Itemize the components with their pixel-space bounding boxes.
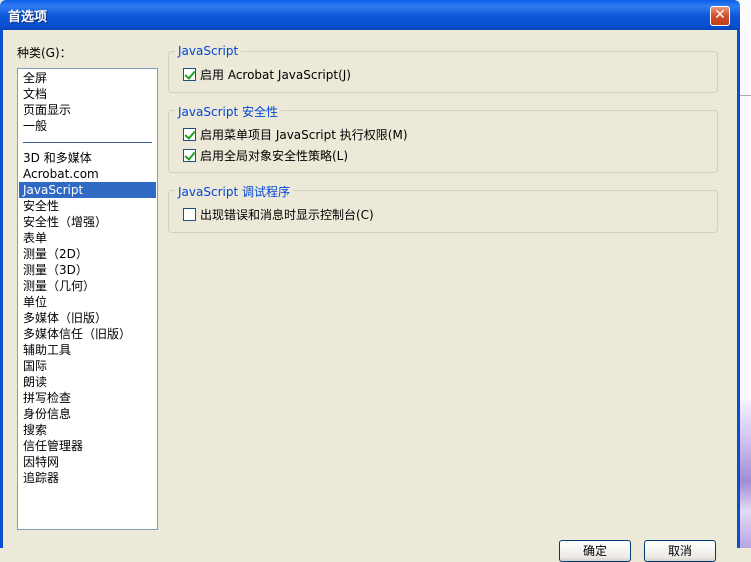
enable-javascript-option[interactable]: 启用 Acrobat JavaScript(J) [183, 67, 351, 83]
category-item[interactable]: 安全性 [19, 198, 156, 214]
desktop-background [740, 0, 751, 548]
category-separator [23, 142, 152, 143]
category-list[interactable]: 全屏 文档 页面显示 一般 3D 和多媒体 Acrobat.com JavaSc… [17, 68, 158, 530]
category-item[interactable]: 国际 [19, 358, 156, 374]
menu-javascript-label: 启用菜单项目 JavaScript 执行权限(M) [200, 128, 408, 142]
close-icon: ✕ [714, 7, 726, 23]
category-item[interactable]: 多媒体（旧版） [19, 310, 156, 326]
javascript-debugger-group: JavaScript 调试程序 出现错误和消息时显示控制台(C) [168, 183, 718, 233]
menu-javascript-checkbox[interactable] [183, 128, 196, 141]
close-button[interactable]: ✕ [710, 6, 730, 26]
menu-javascript-option[interactable]: 启用菜单项目 JavaScript 执行权限(M) [183, 127, 408, 143]
enable-javascript-label: 启用 Acrobat JavaScript(J) [200, 68, 351, 82]
category-item[interactable]: 辅助工具 [19, 342, 156, 358]
show-console-option[interactable]: 出现错误和消息时显示控制台(C) [183, 207, 374, 223]
category-item[interactable]: 文档 [19, 86, 156, 102]
category-item[interactable]: 全屏 [19, 70, 156, 86]
category-item-selected[interactable]: JavaScript [19, 182, 156, 198]
category-item[interactable]: 单位 [19, 294, 156, 310]
title-bar: 首选项 ✕ [0, 0, 740, 30]
cancel-button[interactable]: 取消 [644, 540, 716, 562]
group-title: JavaScript 调试程序 [175, 183, 293, 200]
ok-button[interactable]: 确定 [559, 540, 631, 562]
global-security-option[interactable]: 启用全局对象安全性策略(L) [183, 148, 348, 164]
category-item[interactable]: 一般 [19, 118, 156, 134]
category-item[interactable]: 搜索 [19, 422, 156, 438]
category-item[interactable]: 追踪器 [19, 470, 156, 486]
category-item[interactable]: 拼写检查 [19, 390, 156, 406]
desktop-wallpaper-art [740, 400, 751, 548]
javascript-security-group: JavaScript 安全性 启用菜单项目 JavaScript 执行权限(M)… [168, 103, 718, 173]
enable-javascript-checkbox[interactable] [183, 68, 196, 81]
category-item[interactable]: 朗读 [19, 374, 156, 390]
desktop-divider [740, 95, 751, 96]
category-item[interactable]: 测量（2D） [19, 246, 156, 262]
category-item[interactable]: 测量（几何） [19, 278, 156, 294]
show-console-checkbox[interactable] [183, 208, 196, 221]
category-item[interactable]: 3D 和多媒体 [19, 150, 156, 166]
javascript-group: JavaScript 启用 Acrobat JavaScript(J) [168, 44, 718, 93]
global-security-label: 启用全局对象安全性策略(L) [200, 149, 349, 163]
category-item[interactable]: 安全性（增强） [19, 214, 156, 230]
category-label: 种类(G)： [17, 46, 72, 60]
category-item[interactable]: 多媒体信任（旧版） [19, 326, 156, 342]
category-item[interactable]: 页面显示 [19, 102, 156, 118]
window-title: 首选项 [8, 10, 48, 25]
group-title: JavaScript [175, 44, 242, 58]
category-item[interactable]: Acrobat.com [19, 166, 156, 182]
window-frame-left [0, 30, 3, 548]
category-item[interactable]: 信任管理器 [19, 438, 156, 454]
show-console-label: 出现错误和消息时显示控制台(C) [200, 208, 374, 222]
category-item[interactable]: 身份信息 [19, 406, 156, 422]
category-item[interactable]: 因特网 [19, 454, 156, 470]
category-item[interactable]: 表单 [19, 230, 156, 246]
global-security-checkbox[interactable] [183, 149, 196, 162]
category-item[interactable]: 测量（3D） [19, 262, 156, 278]
group-title: JavaScript 安全性 [175, 103, 281, 120]
